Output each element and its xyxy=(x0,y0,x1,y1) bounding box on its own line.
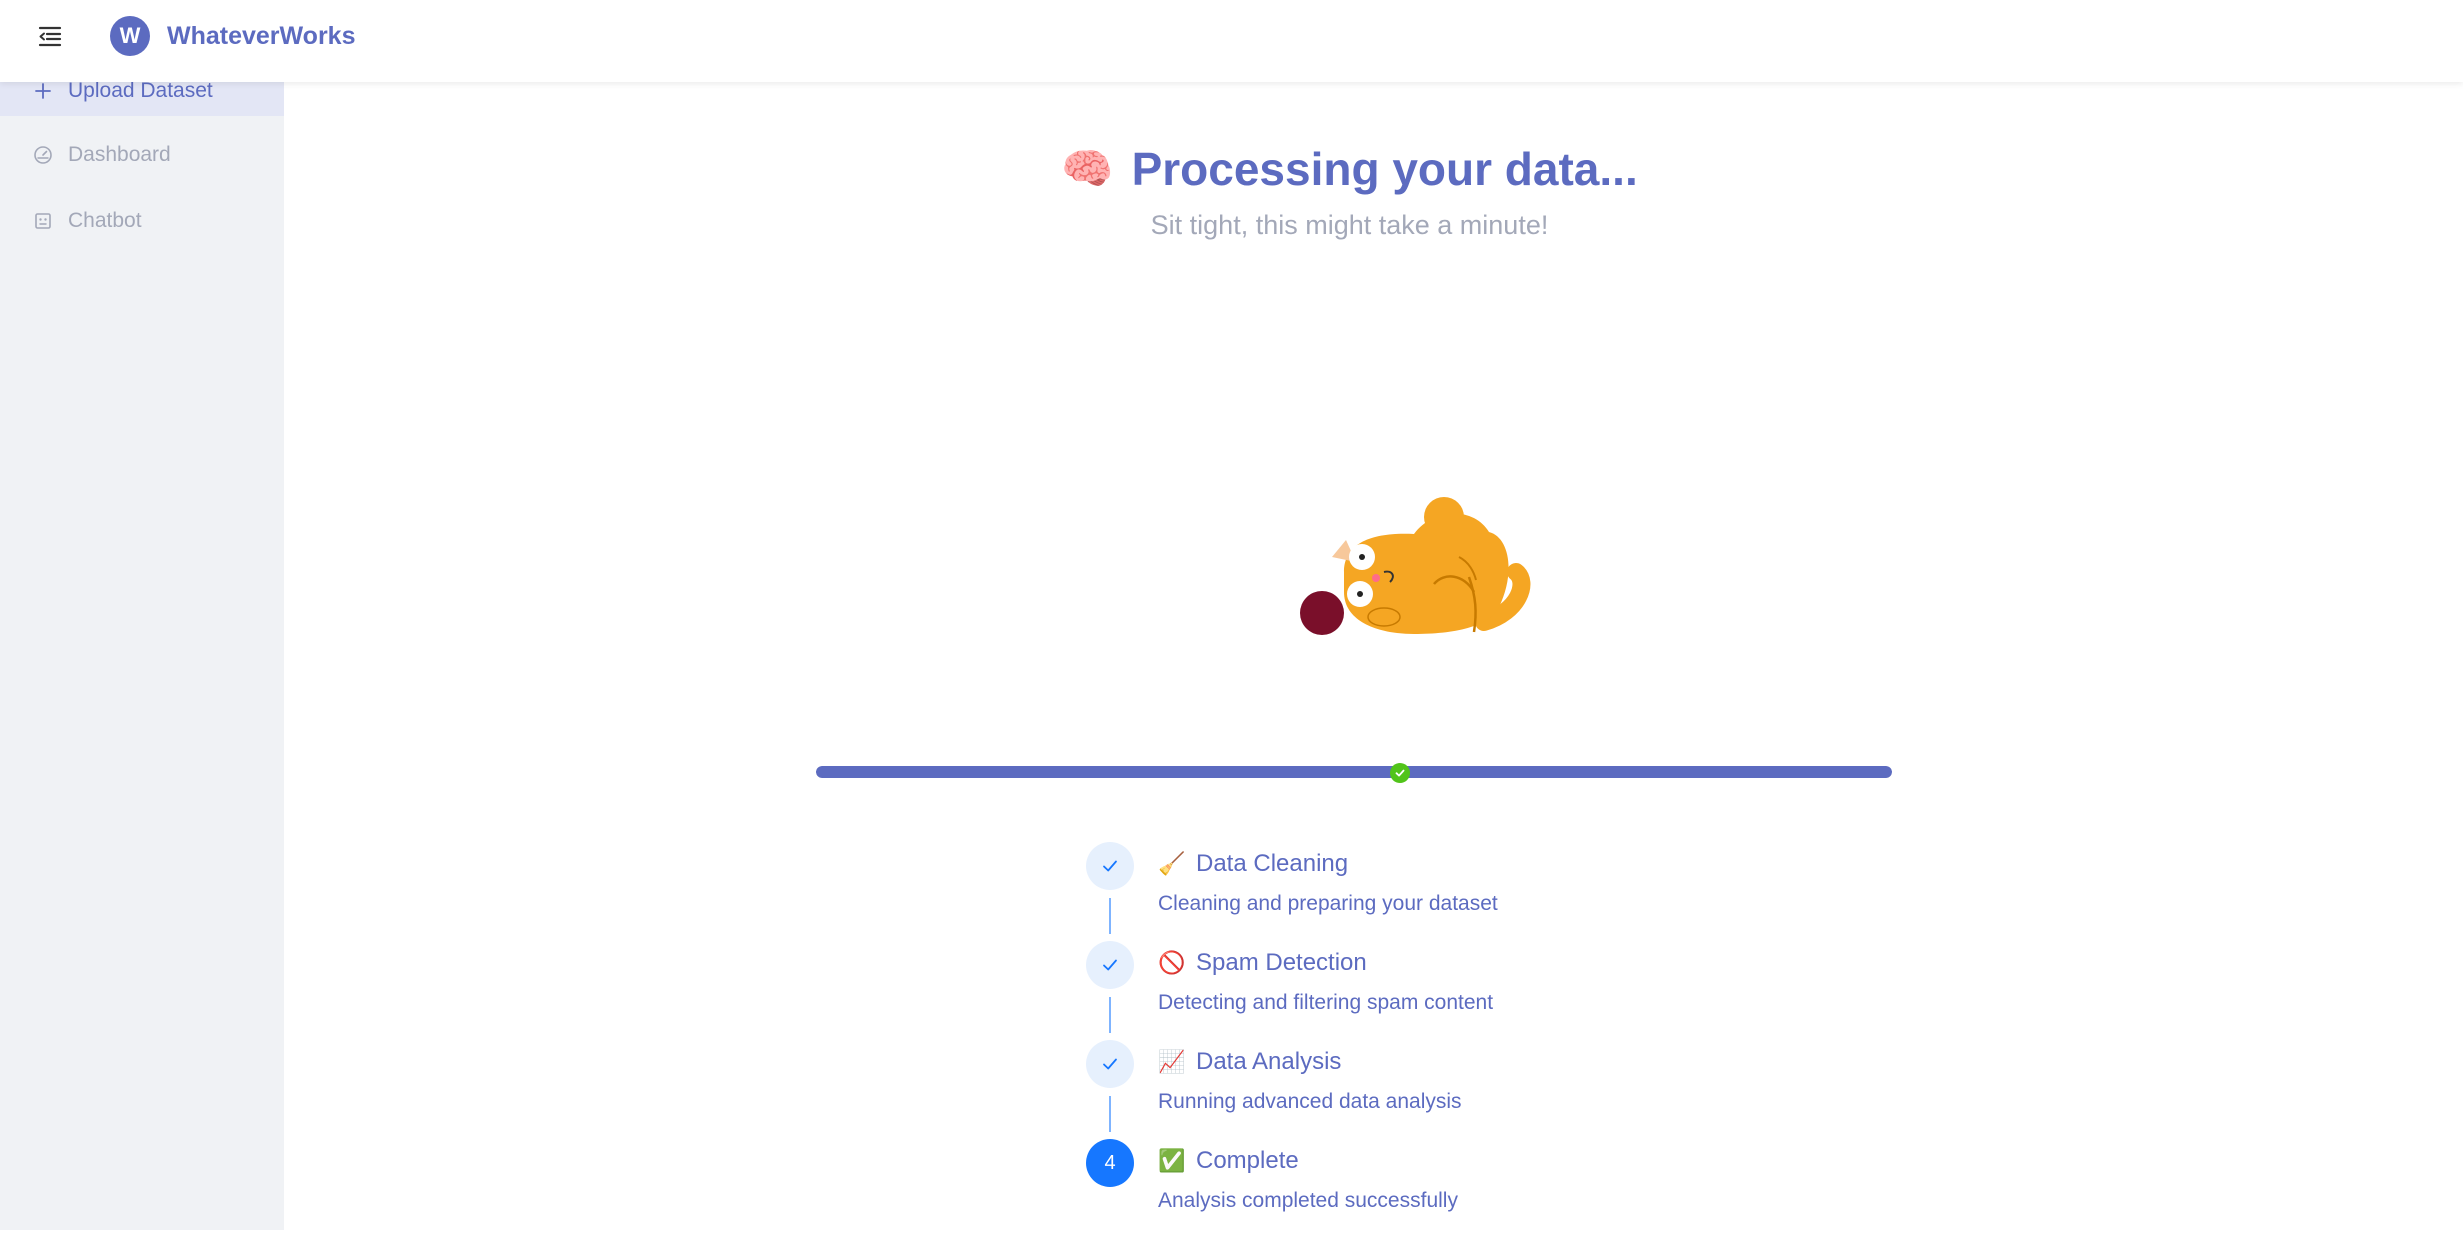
step-title: 🧹 Data Cleaning xyxy=(1158,850,1348,878)
step-spam-detection: 🚫 Spam Detection Detecting and filtering… xyxy=(1086,941,1786,1040)
sidebar-item-chatbot[interactable]: Chatbot xyxy=(0,196,284,246)
step-description: Running advanced data analysis xyxy=(1158,1090,1462,1113)
prohibited-icon: 🚫 xyxy=(1158,950,1186,975)
step-title: 📈 Data Analysis xyxy=(1158,1048,1341,1076)
brain-icon: 🧠 xyxy=(1061,144,1114,192)
check-icon xyxy=(1086,1040,1134,1088)
progress-track xyxy=(816,766,1892,778)
check-icon xyxy=(1086,842,1134,890)
step-data-analysis: 📈 Data Analysis Running advanced data an… xyxy=(1086,1040,1786,1139)
broom-icon: 🧹 xyxy=(1158,851,1186,876)
sidebar-item-dashboard[interactable]: Dashboard xyxy=(0,130,284,180)
sidebar-item-label: Dashboard xyxy=(68,143,171,166)
dashboard-icon xyxy=(32,144,54,166)
check-circle-icon xyxy=(1390,763,1410,783)
step-title-label: Complete xyxy=(1196,1147,1299,1174)
step-title: ✅ Complete xyxy=(1158,1147,1299,1175)
page-subtitle: Sit tight, this might take a minute! xyxy=(1150,210,1549,240)
step-title-label: Spam Detection xyxy=(1196,949,1367,976)
menu-toggle-icon[interactable] xyxy=(36,22,64,50)
sidebar-item-label: Upload Dataset xyxy=(68,79,213,102)
step-title: 🚫 Spam Detection xyxy=(1158,949,1367,977)
step-connector xyxy=(1109,997,1111,1033)
steps-list: 🧹 Data Cleaning Cleaning and preparing y… xyxy=(1086,842,1786,1238)
chart-increasing-icon: 📈 xyxy=(1158,1049,1186,1074)
robot-icon xyxy=(32,210,54,232)
sidebar: Upload Dataset Dashboard Chatbot xyxy=(0,66,284,1230)
title-row: 🧠 Processing your data... xyxy=(260,142,2439,196)
progress-bar xyxy=(816,766,1896,778)
logo-badge: W xyxy=(110,16,150,56)
step-number-badge: 4 xyxy=(1086,1139,1134,1187)
step-description: Detecting and filtering spam content xyxy=(1158,991,1494,1014)
step-data-cleaning: 🧹 Data Cleaning Cleaning and preparing y… xyxy=(1086,842,1786,941)
check-icon xyxy=(1086,941,1134,989)
step-description: Cleaning and preparing your dataset xyxy=(1158,892,1498,915)
check-mark-button-icon: ✅ xyxy=(1158,1148,1186,1173)
cat-illustration xyxy=(1284,462,1644,712)
main-content: 🧠 Processing your data... Sit tight, thi… xyxy=(284,82,2463,1230)
step-complete: 4 ✅ Complete Analysis completed successf… xyxy=(1086,1139,1786,1238)
step-title-label: Data Cleaning xyxy=(1196,850,1349,877)
step-connector xyxy=(1109,1096,1111,1132)
sidebar-item-label: Chatbot xyxy=(68,209,142,232)
step-description: Analysis completed successfully xyxy=(1158,1189,1458,1212)
progress-fill xyxy=(816,766,1892,778)
plus-icon xyxy=(32,80,54,102)
top-header: W WhateverWorks xyxy=(0,0,2463,82)
step-title-label: Data Analysis xyxy=(1196,1048,1342,1075)
page-title: Processing your data... xyxy=(1131,143,1638,195)
step-connector xyxy=(1109,898,1111,934)
brand-name: WhateverWorks xyxy=(167,22,356,50)
